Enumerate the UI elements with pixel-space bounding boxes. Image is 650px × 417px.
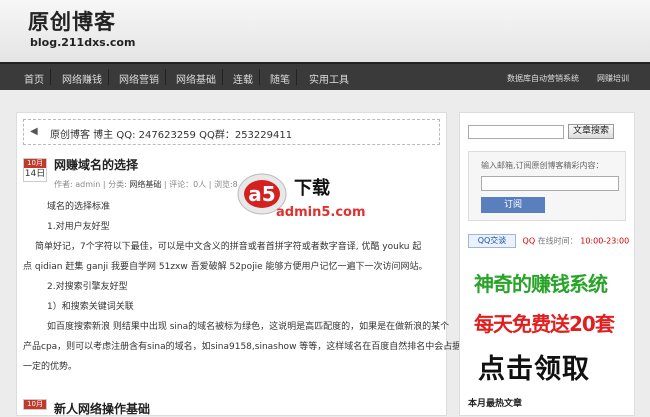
- main-content: ◀ 原创博客 博主 QQ: 247623259 QQ群：253229411 10…: [16, 112, 461, 417]
- nav-item-home[interactable]: 首页: [24, 71, 44, 86]
- a5-watermark-logo: a5 下载 admin5.com: [237, 173, 366, 220]
- post-body-line: 域名的选择标准: [47, 202, 111, 212]
- post-body-line: 一定的优势。: [23, 362, 78, 372]
- post-body-line: 产品cpa，则可以考虑注册含有sina的域名，如sina9158,sinasho…: [23, 342, 462, 352]
- search-input[interactable]: [468, 125, 564, 139]
- subscribe-box: 输入邮箱,订阅原创博客精彩内容： 订阅: [468, 151, 626, 221]
- ad-line-green[interactable]: 神奇的赚钱系统: [474, 268, 608, 297]
- speaker-icon: ◀: [30, 126, 38, 137]
- post-body-line: 1.对用户友好型: [47, 222, 110, 232]
- sidebar: 文章搜索 输入邮箱,订阅原创博客精彩内容： 订阅 QQ交谈 QQ 在线时间： 1…: [459, 112, 635, 416]
- email-field[interactable]: [481, 176, 619, 191]
- qq-online-label: 在线时间：: [537, 236, 578, 246]
- watermark-url: admin5.com: [276, 205, 366, 220]
- qq-chat-button[interactable]: QQ交谈: [468, 234, 516, 248]
- nav-item-db-system[interactable]: 数据库自动营销系统: [507, 73, 579, 84]
- post-body-line: 简单好记，7个字符以下最佳，可以是中文含义的拼音或者首拼字符或者数字音译, 优酷…: [35, 242, 422, 252]
- nav-divider: [296, 69, 297, 85]
- qq-label: QQ: [522, 236, 536, 246]
- nav-item-marketing[interactable]: 网络营销: [119, 71, 159, 86]
- nav-divider: [222, 69, 223, 85]
- nav-divider: [50, 69, 51, 85]
- notice-bar: ◀ 原创博客 博主 QQ: 247623259 QQ群：253229411: [23, 119, 440, 145]
- site-title[interactable]: 原创博客: [28, 6, 116, 36]
- hot-posts-title: 本月最热文章: [468, 399, 523, 409]
- ad-line-black[interactable]: 点击领取: [478, 347, 590, 386]
- post-day: 14日: [24, 169, 46, 179]
- meta-author: 作者: admin | 分类:: [54, 180, 127, 189]
- post-date: 10月 14日: [23, 158, 47, 182]
- post-title[interactable]: 新人网络操作基础: [54, 400, 150, 417]
- post-meta: 作者: admin | 分类: 网络基础 | 评论：0人 | 浏览:8: [54, 179, 238, 190]
- watermark-a5: a5: [248, 182, 275, 206]
- post-date: 10月: [23, 399, 47, 410]
- site-subtitle: blog.211dxs.com: [30, 36, 136, 49]
- meta-category-link[interactable]: 网络基础: [129, 180, 161, 189]
- nav-divider: [259, 69, 260, 85]
- nav-item-training[interactable]: 网赚培训: [597, 73, 629, 84]
- subscribe-button[interactable]: 订阅: [481, 197, 545, 213]
- watermark-download: 下载: [294, 177, 330, 199]
- qq-contact: QQ交谈 QQ 在线时间： 10:00-23:00: [468, 234, 629, 248]
- nav-item-serial[interactable]: 连载: [233, 71, 253, 86]
- meta-stats: | 评论：0人 | 浏览:8: [163, 180, 238, 189]
- notice-text: 原创博客 博主 QQ: 247623259 QQ群：253229411: [50, 130, 293, 141]
- subscribe-label: 输入邮箱,订阅原创博客精彩内容：: [481, 161, 604, 170]
- qq-online-time: 10:00-23:00: [580, 236, 630, 246]
- post-month: 10月: [24, 400, 46, 409]
- nav-divider: [165, 69, 166, 85]
- post-title[interactable]: 网赚域名的选择: [54, 156, 138, 173]
- post-body-line: 1）和搜索关键词关联: [47, 302, 134, 312]
- site-header: 原创博客 blog.211dxs.com: [0, 0, 650, 62]
- ad-line-red[interactable]: 每天免费送20套: [474, 308, 615, 337]
- nav-item-earn[interactable]: 网络赚钱: [62, 71, 102, 86]
- nav-item-basics[interactable]: 网络基础: [176, 71, 216, 86]
- post-month: 10月: [24, 159, 46, 168]
- post-body-line: 如百度搜索新浪 则结果中出现 sina的域名被标为绿色，这说明是高匹配度的，如果…: [47, 322, 450, 332]
- main-nav: 首页 网络赚钱 网络营销 网络基础 连载 随笔 实用工具 数据库自动营销系统 网…: [0, 62, 650, 90]
- nav-item-essays[interactable]: 随笔: [270, 71, 290, 86]
- search-button[interactable]: 文章搜索: [568, 124, 614, 139]
- post-body-line: 2.对搜索引擎友好型: [47, 282, 128, 292]
- post-body-line: 点 qidian 赶集 ganji 我要自学网 51zxw 吾爱破解 52poj…: [23, 262, 428, 272]
- nav-divider: [108, 69, 109, 85]
- nav-item-tools[interactable]: 实用工具: [309, 71, 349, 86]
